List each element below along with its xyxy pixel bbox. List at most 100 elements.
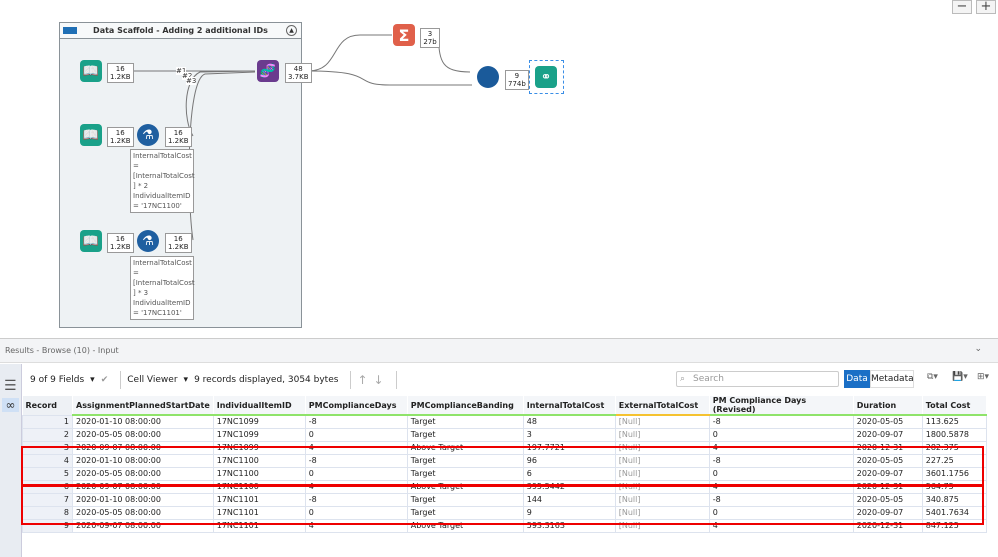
table-cell[interactable]: 2020-01-10 08:00:00 bbox=[72, 414, 214, 429]
input-data-tool-3[interactable]: 📖 bbox=[80, 230, 102, 252]
table-cell[interactable]: 0 bbox=[304, 466, 408, 481]
table-cell[interactable]: 17NC1100 bbox=[212, 453, 306, 468]
table-cell[interactable]: -8 bbox=[708, 492, 854, 507]
column-header[interactable]: PMComplianceDays bbox=[305, 396, 408, 416]
table-cell[interactable]: 17NC1099 bbox=[212, 440, 306, 455]
column-header[interactable]: Record bbox=[22, 396, 73, 415]
table-cell[interactable]: 17NC1101 bbox=[212, 505, 306, 520]
table-cell[interactable]: [Null] bbox=[614, 440, 710, 455]
table-cell[interactable]: 3 bbox=[522, 427, 616, 442]
table-cell[interactable]: 9 bbox=[22, 518, 73, 533]
table-cell[interactable]: 4 bbox=[22, 453, 73, 468]
input-data-tool-1[interactable]: 📖 bbox=[80, 60, 102, 82]
table-cell[interactable]: 2 bbox=[22, 427, 73, 442]
list-icon[interactable]: ☰ bbox=[4, 378, 17, 394]
table-cell[interactable]: 2020-05-05 08:00:00 bbox=[72, 427, 214, 442]
table-cell[interactable]: 2020-09-07 08:00:00 bbox=[72, 479, 214, 494]
chevron-down-icon[interactable]: ⌄ bbox=[974, 344, 982, 354]
table-cell[interactable]: 2020-05-05 08:00:00 bbox=[72, 466, 214, 481]
join-tool[interactable] bbox=[477, 66, 499, 88]
table-cell[interactable]: 8 bbox=[22, 505, 73, 520]
table-cell[interactable]: 847.125 bbox=[921, 518, 987, 533]
workflow-canvas[interactable]: − + Data Scaffold - Adding 2 additional … bbox=[0, 0, 998, 338]
table-cell[interactable]: 1 bbox=[22, 414, 73, 429]
table-cell[interactable]: 4 bbox=[304, 479, 408, 494]
table-cell[interactable]: [Null] bbox=[614, 505, 710, 520]
table-cell[interactable]: Target bbox=[406, 414, 524, 429]
table-cell[interactable]: Target bbox=[406, 427, 524, 442]
table-cell[interactable]: 197.7721 bbox=[522, 440, 616, 455]
column-header[interactable]: ExternalTotalCost bbox=[615, 396, 710, 416]
column-header[interactable]: PM Compliance Days (Revised) bbox=[709, 396, 854, 416]
table-cell[interactable]: 4 bbox=[708, 440, 854, 455]
table-cell[interactable]: [Null] bbox=[614, 518, 710, 533]
table-cell[interactable]: 17NC1099 bbox=[212, 427, 306, 442]
column-header[interactable]: InternalTotalCost bbox=[523, 396, 616, 416]
table-row[interactable]: 5 2020-05-05 08:00:00 17NC1100 0 Target 6 [Nul… bbox=[22, 466, 987, 481]
table-cell[interactable]: 9 bbox=[522, 505, 616, 520]
input-data-tool-2[interactable]: 📖 bbox=[80, 124, 102, 146]
table-cell[interactable]: 17NC1101 bbox=[212, 518, 306, 533]
table-cell[interactable]: Target bbox=[406, 466, 524, 481]
table-cell[interactable]: 5401.7634 bbox=[921, 505, 987, 520]
chevron-down-icon[interactable]: ▾ bbox=[184, 375, 189, 385]
table-cell[interactable]: 2020-05-05 bbox=[852, 414, 923, 429]
table-row[interactable]: 2 2020-05-05 08:00:00 17NC1099 0 Target 3 [Nul… bbox=[22, 427, 987, 442]
data-button[interactable]: Data bbox=[844, 370, 870, 388]
table-cell[interactable]: 17NC1099 bbox=[212, 414, 306, 429]
table-cell[interactable]: 2020-01-10 08:00:00 bbox=[72, 492, 214, 507]
table-cell[interactable]: 1800.5878 bbox=[921, 427, 987, 442]
table-cell[interactable]: 0 bbox=[708, 427, 854, 442]
table-cell[interactable]: 3601.1756 bbox=[921, 466, 987, 481]
table-cell[interactable]: 4 bbox=[708, 518, 854, 533]
table-cell[interactable]: 17NC1101 bbox=[212, 492, 306, 507]
table-cell[interactable]: 2020-12-31 bbox=[852, 518, 923, 533]
table-cell[interactable]: Above Target bbox=[406, 518, 524, 533]
table-cell[interactable]: Above Target bbox=[406, 440, 524, 455]
arrow-up-icon[interactable]: ↑ bbox=[357, 373, 367, 387]
table-cell[interactable]: 4 bbox=[304, 518, 408, 533]
table-cell[interactable]: 564.75 bbox=[921, 479, 987, 494]
union-tool[interactable]: 🧬 bbox=[257, 60, 279, 82]
add-column-icon[interactable]: ⊞▾ bbox=[977, 372, 989, 382]
chevron-down-icon[interactable]: ▾ bbox=[90, 375, 95, 385]
table-cell[interactable]: 7 bbox=[22, 492, 73, 507]
table-cell[interactable]: Above Target bbox=[406, 479, 524, 494]
table-cell[interactable]: 6 bbox=[522, 466, 616, 481]
table-cell[interactable]: 0 bbox=[708, 466, 854, 481]
column-header[interactable]: Total Cost bbox=[922, 396, 987, 416]
table-cell[interactable]: 282.375 bbox=[921, 440, 987, 455]
table-cell[interactable]: 4 bbox=[708, 479, 854, 494]
table-cell[interactable]: [Null] bbox=[614, 466, 710, 481]
table-cell[interactable]: -8 bbox=[708, 453, 854, 468]
table-cell[interactable]: 0 bbox=[708, 505, 854, 520]
search-input[interactable]: ⌕ Search bbox=[676, 371, 839, 387]
cell-viewer-dropdown[interactable]: Cell Viewer bbox=[127, 375, 177, 385]
table-cell[interactable]: 2020-12-31 bbox=[852, 440, 923, 455]
table-cell[interactable]: 48 bbox=[522, 414, 616, 429]
table-cell[interactable]: 2020-05-05 bbox=[852, 492, 923, 507]
table-cell[interactable]: 4 bbox=[304, 440, 408, 455]
table-cell[interactable]: 2020-12-31 bbox=[852, 479, 923, 494]
table-cell[interactable]: 2020-09-07 bbox=[852, 466, 923, 481]
table-cell[interactable]: 395.5442 bbox=[522, 479, 616, 494]
copy-icon[interactable]: ⧉▾ bbox=[927, 372, 938, 382]
formula-tool-1[interactable]: ⚗ bbox=[137, 124, 159, 146]
table-cell[interactable]: -8 bbox=[304, 492, 408, 507]
table-cell[interactable]: -8 bbox=[708, 414, 854, 429]
save-icon[interactable]: 💾▾ bbox=[952, 372, 968, 382]
table-cell[interactable]: 227.25 bbox=[921, 453, 987, 468]
check-icon[interactable]: ✔ bbox=[101, 375, 109, 385]
table-cell[interactable]: 2020-09-07 bbox=[852, 427, 923, 442]
table-cell[interactable]: 0 bbox=[304, 505, 408, 520]
table-cell[interactable]: [Null] bbox=[614, 453, 710, 468]
table-cell[interactable]: Target bbox=[406, 492, 524, 507]
table-cell[interactable]: Target bbox=[406, 453, 524, 468]
table-cell[interactable]: 5 bbox=[22, 466, 73, 481]
binoculars-icon[interactable]: ∞ bbox=[2, 398, 19, 412]
table-cell[interactable]: 96 bbox=[522, 453, 616, 468]
table-cell[interactable]: 593.3163 bbox=[522, 518, 616, 533]
table-cell[interactable]: 113.625 bbox=[921, 414, 987, 429]
table-row[interactable]: 4 2020-01-10 08:00:00 17NC1100 -8 Target 96 [N… bbox=[22, 453, 987, 468]
column-header[interactable]: Duration bbox=[853, 396, 923, 416]
